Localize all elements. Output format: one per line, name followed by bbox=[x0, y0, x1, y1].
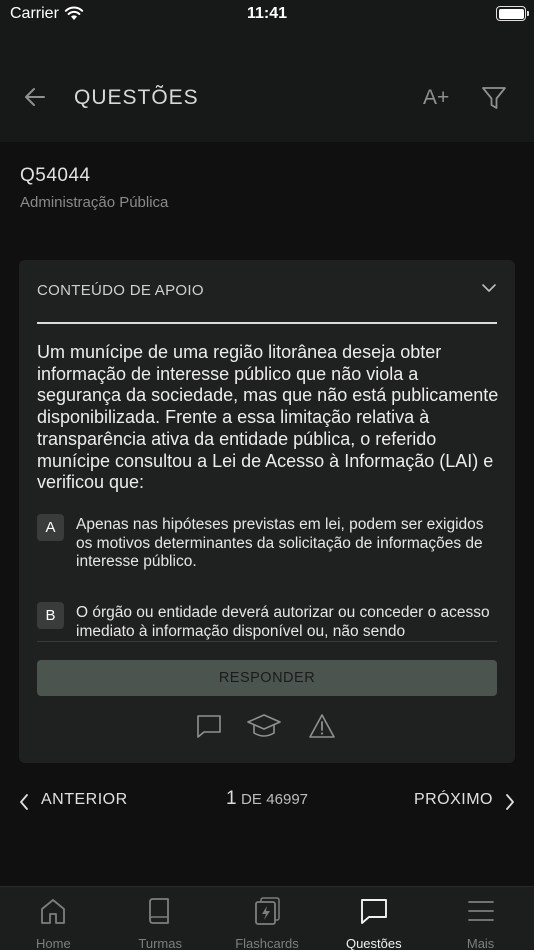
tab-label: Flashcards bbox=[235, 936, 299, 950]
tab-bar: Home Turmas Flashcards Questões Mais bbox=[0, 886, 534, 950]
support-content-label: CONTEÚDO DE APOIO bbox=[37, 282, 204, 299]
total-questions: 46997 bbox=[266, 791, 309, 808]
flashcards-icon bbox=[255, 897, 280, 925]
option-text: Apenas nas hipóteses previstas em lei, p… bbox=[76, 516, 484, 570]
comment-icon[interactable] bbox=[195, 712, 223, 740]
chat-bubble-icon bbox=[360, 899, 387, 924]
question-actions bbox=[19, 712, 515, 748]
battery-icon bbox=[496, 6, 529, 21]
question-subject: Administração Pública bbox=[20, 194, 169, 211]
font-size-button[interactable]: A+ bbox=[423, 86, 449, 110]
home-icon bbox=[41, 899, 66, 924]
tab-label: Home bbox=[36, 936, 71, 950]
current-question-number: 1 bbox=[225, 788, 237, 809]
back-arrow-icon[interactable] bbox=[22, 84, 50, 110]
option-letter: B bbox=[37, 602, 64, 629]
tab-label: Mais bbox=[466, 936, 495, 950]
page-title: QUESTÕES bbox=[74, 86, 199, 109]
question-card: CONTEÚDO DE APOIO Um munícipe de uma reg… bbox=[19, 260, 515, 763]
tab-home[interactable]: Home bbox=[0, 887, 107, 950]
book-icon bbox=[149, 898, 170, 924]
chevron-right-icon bbox=[506, 794, 514, 810]
question-statement: Um munícipe de uma região litorânea dese… bbox=[37, 342, 499, 493]
graduation-cap-icon[interactable] bbox=[246, 712, 282, 740]
clock: 11:41 bbox=[246, 5, 288, 22]
of-label: DE bbox=[241, 791, 262, 808]
tab-flashcards[interactable]: Flashcards bbox=[214, 887, 321, 950]
next-button[interactable]: PRÓXIMO bbox=[413, 790, 516, 812]
tab-label: Questões bbox=[345, 936, 402, 950]
status-bar: Carrier 11:41 bbox=[0, 0, 534, 30]
options-list: A Apenas nas hipóteses previstas em lei,… bbox=[37, 514, 497, 640]
answer-button[interactable]: RESPONDER bbox=[37, 660, 497, 696]
chevron-down-icon[interactable] bbox=[481, 282, 497, 294]
next-label: PRÓXIMO bbox=[413, 791, 493, 808]
tab-label: Turmas bbox=[138, 936, 182, 950]
tab-mais[interactable]: Mais bbox=[427, 887, 534, 950]
tab-questoes[interactable]: Questões bbox=[320, 887, 427, 950]
menu-icon bbox=[467, 901, 494, 921]
option-text: O órgão ou entidade deverá autorizar ou … bbox=[76, 604, 490, 640]
option-letter: A bbox=[37, 514, 64, 541]
divider bbox=[37, 641, 497, 642]
question-id: Q54044 bbox=[20, 165, 91, 186]
support-content-toggle[interactable]: CONTEÚDO DE APOIO bbox=[37, 282, 497, 304]
tab-turmas[interactable]: Turmas bbox=[107, 887, 214, 950]
filter-icon[interactable] bbox=[480, 84, 508, 112]
app-header: QUESTÕES A+ bbox=[0, 30, 534, 142]
warning-icon[interactable] bbox=[308, 712, 336, 740]
divider bbox=[37, 322, 497, 324]
